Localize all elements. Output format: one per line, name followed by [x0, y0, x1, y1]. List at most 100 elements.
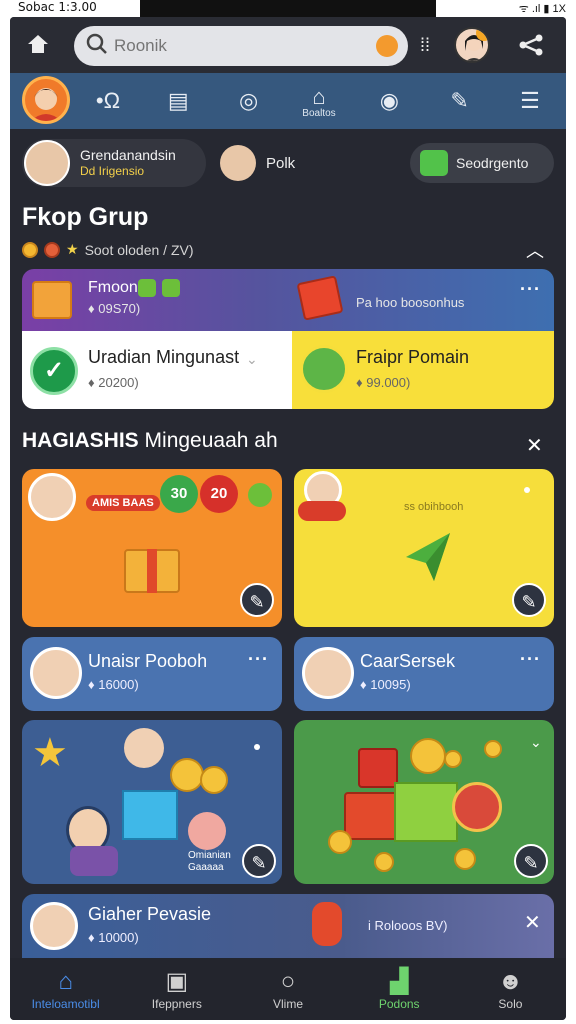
edit-button[interactable]: ✎ — [242, 844, 276, 878]
section2-title-rest: Mingeuaah ah — [144, 429, 278, 452]
share-icon[interactable] — [518, 33, 544, 63]
chart-icon: ▟ — [389, 968, 409, 995]
nav-item-1[interactable]: ▤ — [158, 88, 198, 114]
promo-top[interactable]: Fmoon ♦ 09S70) Pa hoo boosonhus ··· — [22, 269, 554, 331]
user-chip[interactable]: Grendanandsin Dd Irigensio — [22, 139, 206, 187]
section-subtitle-row: ★ Soot oloden / ZV) — [22, 241, 194, 258]
nav-item-4[interactable]: ◉ — [369, 88, 409, 114]
score-ball-2: 20 — [200, 475, 238, 513]
status-time: Sobac 1:3.00 — [0, 0, 140, 17]
nav-item-0-icon: •Ω — [95, 88, 121, 113]
close-icon[interactable]: ✕ — [526, 433, 543, 458]
gift-icon — [32, 281, 72, 319]
orange-reward-card[interactable]: AMIS BAAS 30 20 ✎ — [22, 469, 282, 627]
grid-icon: ▣ — [165, 968, 189, 995]
gift-red-icon — [296, 275, 344, 321]
promo-card: Fmoon ♦ 09S70) Pa hoo boosonhus ··· ✓ Ur… — [22, 269, 554, 409]
coin-icon — [170, 758, 204, 792]
promo-bottom-right[interactable]: Fraipr Pomain ♦ 99.000) — [292, 331, 554, 409]
row-right-title: CaarSersek — [360, 651, 456, 671]
dot-indicator — [254, 744, 260, 750]
nav-item-3[interactable]: ⌂ Boaltos — [299, 84, 339, 119]
nav-item-2[interactable]: ◎ — [229, 88, 269, 114]
friend-avatar — [30, 647, 82, 699]
leaf-icon — [248, 483, 272, 507]
more-vertical-icon[interactable]: ⁞⁞ — [420, 35, 438, 57]
more-icon[interactable]: ··· — [248, 649, 269, 670]
promo-bl-title: Uradian Mingunast — [88, 347, 240, 367]
app-window: ⁞⁞ •Ω ▤ ◎ ⌂Boaltos ◉ ✎ ☰ — [10, 17, 566, 1020]
promo-bottom-left[interactable]: ✓ Uradian Mingunast ⌄ ♦ 20200) — [22, 331, 292, 409]
gift-ribbon — [147, 549, 157, 593]
search-bar[interactable] — [74, 26, 408, 66]
edit-button[interactable]: ✎ — [512, 583, 546, 617]
home-icon[interactable] — [24, 30, 54, 60]
user-chip-avatar — [24, 140, 70, 186]
search-icon: ○ — [280, 968, 296, 995]
gem-icon — [44, 241, 60, 258]
red-ball-icon — [452, 782, 502, 832]
girl-character — [188, 812, 226, 850]
tab-grid[interactable]: ▣ Ifeppners — [121, 958, 232, 1020]
friend-chip[interactable]: Polk — [220, 139, 295, 187]
character-icon — [312, 902, 342, 946]
search-input[interactable] — [114, 36, 354, 56]
nav-item-6[interactable]: ☰ — [510, 88, 550, 114]
chevron-down-icon[interactable]: ⌄ — [530, 734, 542, 751]
profile-avatar[interactable] — [454, 27, 490, 63]
nav-item-2-icon: ◎ — [239, 88, 259, 113]
mic-icon[interactable] — [376, 35, 398, 57]
friend-row-right[interactable]: CaarSersek ♦ 10095) ··· — [294, 637, 554, 711]
category-nav: •Ω ▤ ◎ ⌂ Boaltos ◉ ✎ ☰ — [10, 73, 566, 129]
art-card-left[interactable]: ★ Omianian Gaaaaa ✎ — [22, 720, 282, 884]
more-icon[interactable]: ··· — [520, 649, 541, 670]
tab-home[interactable]: ⌂ Inteloamotibl — [10, 958, 121, 1020]
nav-item-6-icon: ☰ — [520, 88, 540, 113]
tab-stats[interactable]: ▟ Podons — [344, 958, 455, 1020]
nav-item-5[interactable]: ✎ — [440, 88, 480, 114]
coin-icon — [454, 848, 476, 870]
friend-avatar — [302, 647, 354, 699]
tab-profile-label: Solo — [498, 997, 523, 1011]
coin-icon — [484, 740, 502, 758]
row-left-sub: ♦ 16000) — [88, 677, 139, 692]
coin-icon — [374, 852, 394, 872]
gift-chip-label: Seodrgento — [456, 155, 529, 171]
edit-button[interactable]: ✎ — [240, 583, 274, 617]
tab-home-label: Inteloamotibl — [31, 997, 100, 1011]
coin-icon — [328, 830, 352, 854]
screen: Sobac 1:3.00 ᯤ .ıl ▮ 1X ⁞⁞ — [0, 0, 576, 1024]
tab-profile[interactable]: ☻ Solo — [455, 958, 566, 1020]
section-subtitle: Soot oloden / ZV) — [84, 241, 194, 258]
edit-button[interactable]: ✎ — [514, 844, 548, 878]
friends-row: Grendanandsin Dd Irigensio Polk Seodrgen… — [10, 139, 566, 187]
coin-icon — [410, 738, 446, 774]
yellow-reward-card[interactable]: ss obihbooh ✎ — [294, 469, 554, 627]
close-icon[interactable]: ✕ — [524, 910, 541, 935]
promo-bl-sub: ♦ 20200) — [88, 375, 139, 390]
home-icon: ⌂ — [58, 968, 73, 995]
coin-icon — [22, 241, 38, 258]
tab-search[interactable]: ○ Vlime — [232, 958, 343, 1020]
nav-item-0[interactable]: •Ω — [88, 88, 128, 114]
reward-label: AMIS BAAS — [86, 495, 160, 511]
wide-reward-card[interactable]: Giaher Pevasie ♦ 10000) i Rolooos BV) ✕ — [22, 894, 554, 958]
user-icon: ☻ — [497, 968, 524, 995]
nav-avatar[interactable] — [22, 76, 70, 124]
art-card-right[interactable]: ⌄ ✎ — [294, 720, 554, 884]
promo-top-sub: ♦ 09S70) — [88, 301, 141, 316]
character-icon — [124, 728, 164, 768]
tab-grid-label: Ifeppners — [151, 997, 202, 1011]
collapse-icon[interactable]: ︿ — [526, 237, 544, 263]
nav-item-1-icon: ▤ — [167, 88, 189, 113]
row-right-sub: ♦ 10095) — [360, 677, 411, 692]
status-icons: ᯤ .ıl ▮ 1X — [436, 0, 576, 17]
gift-box-icon — [344, 792, 400, 840]
more-icon[interactable]: ··· — [520, 279, 541, 300]
top-bar: ⁞⁞ — [10, 17, 566, 73]
section-title: Fkop Grup — [22, 203, 149, 231]
friend-row-left[interactable]: Unaisr Pooboh ♦ 16000) ··· — [22, 637, 282, 711]
chevron-down-icon: ⌄ — [246, 351, 258, 367]
gift-chip-button[interactable]: Seodrgento — [410, 143, 554, 183]
arrow-icon — [398, 527, 458, 592]
